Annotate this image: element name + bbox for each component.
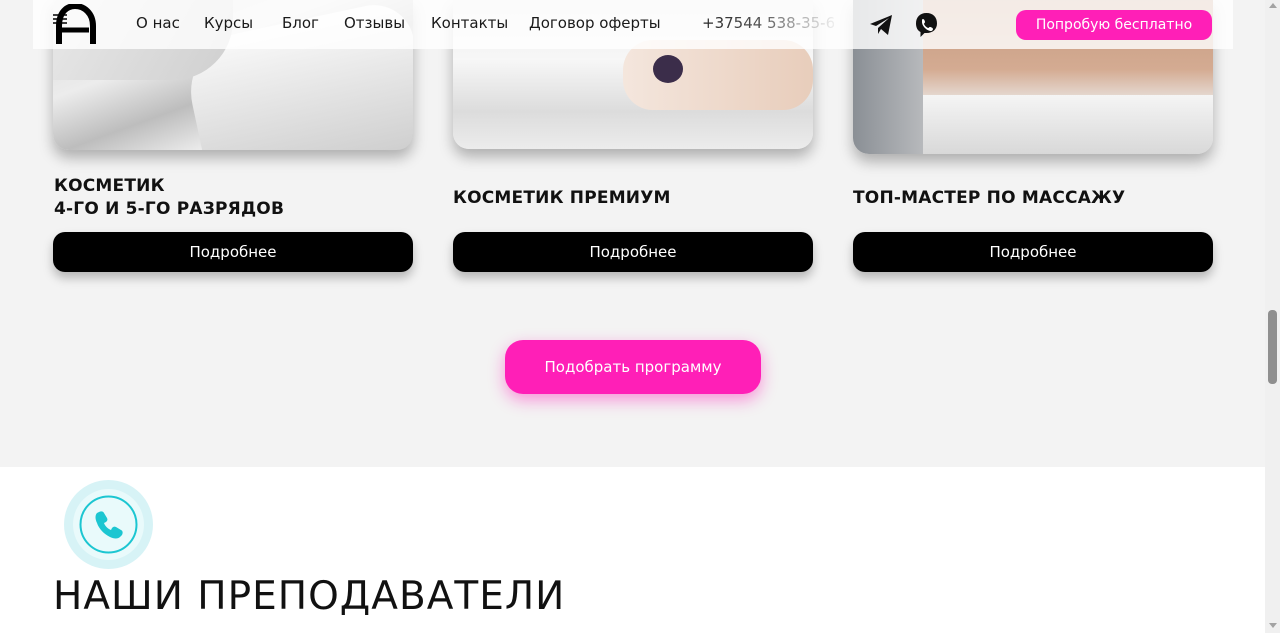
try-free-button[interactable]: Попробую бесплатно	[1016, 10, 1212, 40]
call-widget-button[interactable]	[64, 480, 153, 569]
scroll-up-arrow-icon[interactable]	[1269, 3, 1277, 8]
nav-item-blog[interactable]: Блог	[282, 14, 319, 32]
course-title-line2: 4-го и 5-го разрядов	[54, 199, 285, 219]
courses-section: Косметик 4-го и 5-го разрядов Косметик п…	[0, 0, 1265, 467]
header-phone[interactable]: +37544 538-35-6	[702, 14, 834, 32]
viber-icon[interactable]	[914, 12, 939, 39]
more-button-massage[interactable]: Подробнее	[853, 232, 1213, 272]
course-title-cosmetologist-premium: Косметик премиум	[453, 188, 671, 208]
nav-item-courses[interactable]: Курсы	[204, 14, 253, 32]
nav-item-offer-agreement[interactable]: Договор оферты	[529, 14, 661, 32]
course-title-massage: Топ-мастер по массажу	[853, 188, 1126, 208]
teachers-title: НАШИ ПРЕПОДАВАТЕЛИ	[53, 574, 566, 619]
telegram-icon[interactable]	[869, 13, 894, 37]
phone-icon	[79, 495, 138, 554]
nav-item-reviews[interactable]: Отзывы	[344, 14, 405, 32]
site-header: О нас Курсы Блог Отзывы Контакты Договор…	[33, 0, 1233, 49]
scrollbar-thumb[interactable]	[1268, 310, 1277, 384]
more-button-cosmetologist[interactable]: Подробнее	[53, 232, 413, 272]
course-title-line1: Косметик	[54, 176, 165, 196]
nav-item-contacts[interactable]: Контакты	[431, 14, 508, 32]
logo-icon[interactable]	[53, 4, 97, 46]
scroll-down-arrow-icon[interactable]	[1269, 623, 1277, 628]
more-button-cosmetologist-premium[interactable]: Подробнее	[453, 232, 813, 272]
teachers-section: НАШИ ПРЕПОДАВАТЕЛИ	[0, 467, 1265, 633]
course-title-cosmetologist: Косметик 4-го и 5-го разрядов	[54, 175, 284, 221]
pick-program-button[interactable]: Подобрать программу	[505, 340, 761, 394]
page-scrollbar[interactable]	[1265, 0, 1280, 633]
nav-item-about[interactable]: О нас	[136, 14, 180, 32]
